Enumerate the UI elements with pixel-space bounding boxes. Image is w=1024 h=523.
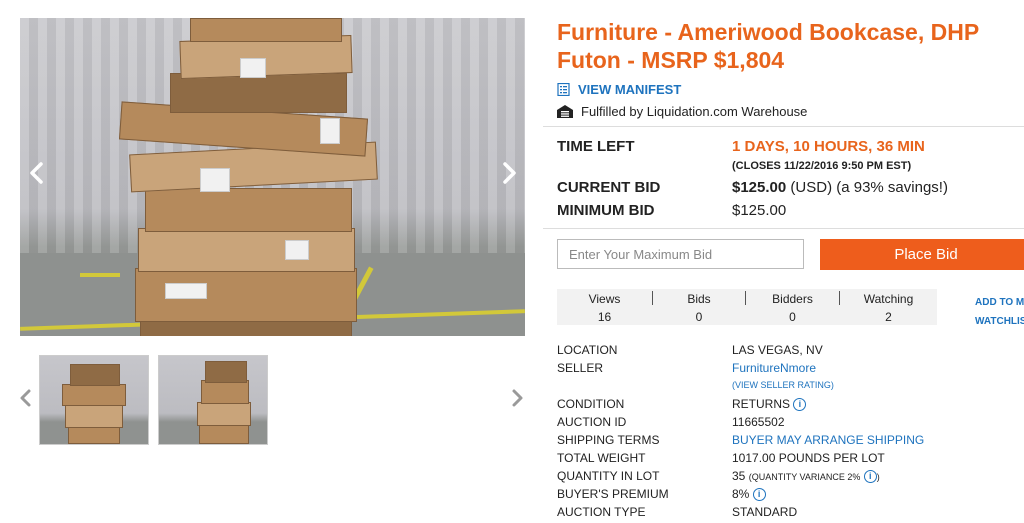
- shipping-label: [285, 240, 309, 260]
- minimum-bid-value: $125.00: [732, 202, 787, 219]
- stacked-box: [170, 73, 347, 113]
- current-bid-value: $125.00 (USD) (a 93% savings!): [732, 179, 948, 196]
- minimum-bid-label: MINIMUM BID: [557, 202, 655, 219]
- watchlist-line-2: WATCHLIS: [975, 316, 1024, 327]
- stat-bidders: Bidders 0: [746, 289, 839, 325]
- location-label: LOCATION: [557, 343, 618, 357]
- chevron-right-icon: [512, 389, 523, 407]
- thumbnail-next-button[interactable]: [511, 388, 525, 408]
- chevron-right-icon: [503, 162, 516, 184]
- shipping-label: [200, 168, 230, 192]
- info-icon[interactable]: i: [793, 398, 807, 411]
- thumb-box: [68, 426, 120, 444]
- auction-id-label: AUCTION ID: [557, 415, 627, 429]
- watchlist-line-1: ADD TO M: [975, 297, 1024, 308]
- condition-label: CONDITION: [557, 397, 625, 411]
- quantity-variance-close: ): [876, 472, 880, 482]
- thumbnail-prev-button[interactable]: [18, 388, 32, 408]
- shipping-label: [240, 58, 266, 78]
- thumbnail-1[interactable]: [39, 355, 149, 445]
- seller-link[interactable]: FurnitureNmore: [732, 361, 816, 375]
- thumb-box: [205, 361, 247, 383]
- main-product-photo: [20, 18, 525, 336]
- stat-bids-value: 0: [695, 310, 703, 324]
- info-icon[interactable]: i: [752, 488, 766, 501]
- shipping-terms-link[interactable]: BUYER MAY ARRANGE SHIPPING: [732, 433, 924, 447]
- total-weight-value: 1017.00 POUNDS PER LOT: [732, 451, 885, 465]
- stat-bidders-value: 0: [789, 310, 796, 324]
- next-photo-button[interactable]: [498, 162, 520, 184]
- thumbnail-2[interactable]: [158, 355, 268, 445]
- auction-type-value: STANDARD: [732, 505, 798, 519]
- current-bid-label: CURRENT BID: [557, 179, 661, 196]
- current-bid-suffix: (USD) (a 93% savings!): [790, 179, 948, 196]
- location-value: LAS VEGAS, NV: [732, 343, 823, 357]
- thumb-box: [199, 424, 249, 444]
- time-left-value: 1 DAYS, 10 HOURS, 36 MIN: [732, 138, 925, 155]
- listing-title: Furniture - Ameriwood Bookcase, DHP Futo…: [557, 19, 979, 73]
- stat-views: Views 16: [557, 289, 652, 325]
- document-list-icon: [557, 83, 570, 96]
- stat-watching-value: 2: [885, 310, 892, 324]
- floor-stripe: [80, 273, 120, 277]
- stat-bids: Bids 0: [653, 289, 745, 325]
- thumb-box: [62, 384, 126, 406]
- time-left-label: TIME LEFT: [557, 138, 635, 155]
- fulfilled-by: Fulfilled by Liquidation.com Warehouse: [557, 104, 807, 119]
- thumb-box: [201, 380, 249, 404]
- stat-views-label: Views: [588, 292, 621, 306]
- add-to-watchlist-link[interactable]: ADD TO M WATCHLIS: [975, 293, 1024, 331]
- total-weight-label: TOTAL WEIGHT: [557, 451, 646, 465]
- auction-stats: Views 16 Bids 0 Bidders 0 Watching 2: [557, 289, 937, 325]
- thumb-box: [70, 364, 120, 386]
- quantity-variance: (QUANTITY VARIANCE 2%: [748, 472, 861, 482]
- stat-bidders-label: Bidders: [772, 292, 813, 306]
- buyers-premium-value: 8% i: [732, 487, 766, 501]
- info-icon[interactable]: i: [863, 470, 877, 483]
- thumb-box: [65, 404, 123, 428]
- buyers-premium-label: BUYER'S PREMIUM: [557, 487, 669, 501]
- previous-photo-button[interactable]: [26, 162, 48, 184]
- condition-value: RETURNS i: [732, 397, 807, 411]
- stacked-box: [190, 18, 342, 42]
- closes-text: (CLOSES 11/22/2016 9:50 PM EST): [732, 160, 912, 172]
- stat-views-value: 16: [597, 310, 612, 324]
- max-bid-input[interactable]: [557, 239, 804, 269]
- view-manifest-link[interactable]: VIEW MANIFEST: [557, 82, 681, 97]
- stat-watching: Watching 2: [840, 289, 937, 325]
- stat-watching-label: Watching: [863, 292, 914, 306]
- section-divider: [543, 126, 1024, 127]
- stat-bids-label: Bids: [687, 292, 711, 306]
- stacked-box: [145, 188, 352, 232]
- auction-id-value: 11665502: [732, 415, 785, 429]
- shipping-label: [165, 283, 207, 299]
- shipping-label: [320, 118, 340, 144]
- section-divider: [543, 228, 1024, 229]
- view-manifest-label: VIEW MANIFEST: [578, 82, 682, 97]
- auction-type-label: AUCTION TYPE: [557, 505, 646, 519]
- place-bid-button[interactable]: Place Bid: [820, 239, 1024, 270]
- stacked-box: [138, 228, 355, 272]
- current-bid-amount: $125.00: [732, 179, 787, 196]
- fulfilled-text: Fulfilled by Liquidation.com Warehouse: [581, 104, 808, 119]
- chevron-left-icon: [30, 162, 43, 184]
- premium-text: 8%: [732, 487, 750, 501]
- quantity-value: 35 (QUANTITY VARIANCE 2% i): [732, 469, 880, 483]
- seller-label: SELLER: [557, 361, 604, 375]
- thumb-box: [197, 402, 251, 426]
- condition-text: RETURNS: [732, 397, 791, 411]
- shipping-terms-label: SHIPPING TERMS: [557, 433, 660, 447]
- chevron-left-icon: [20, 389, 31, 407]
- warehouse-icon: [557, 105, 573, 118]
- quantity-label: QUANTITY IN LOT: [557, 469, 660, 483]
- seller-rating-link[interactable]: (VIEW SELLER RATING): [732, 380, 834, 390]
- quantity-number: 35: [732, 469, 746, 483]
